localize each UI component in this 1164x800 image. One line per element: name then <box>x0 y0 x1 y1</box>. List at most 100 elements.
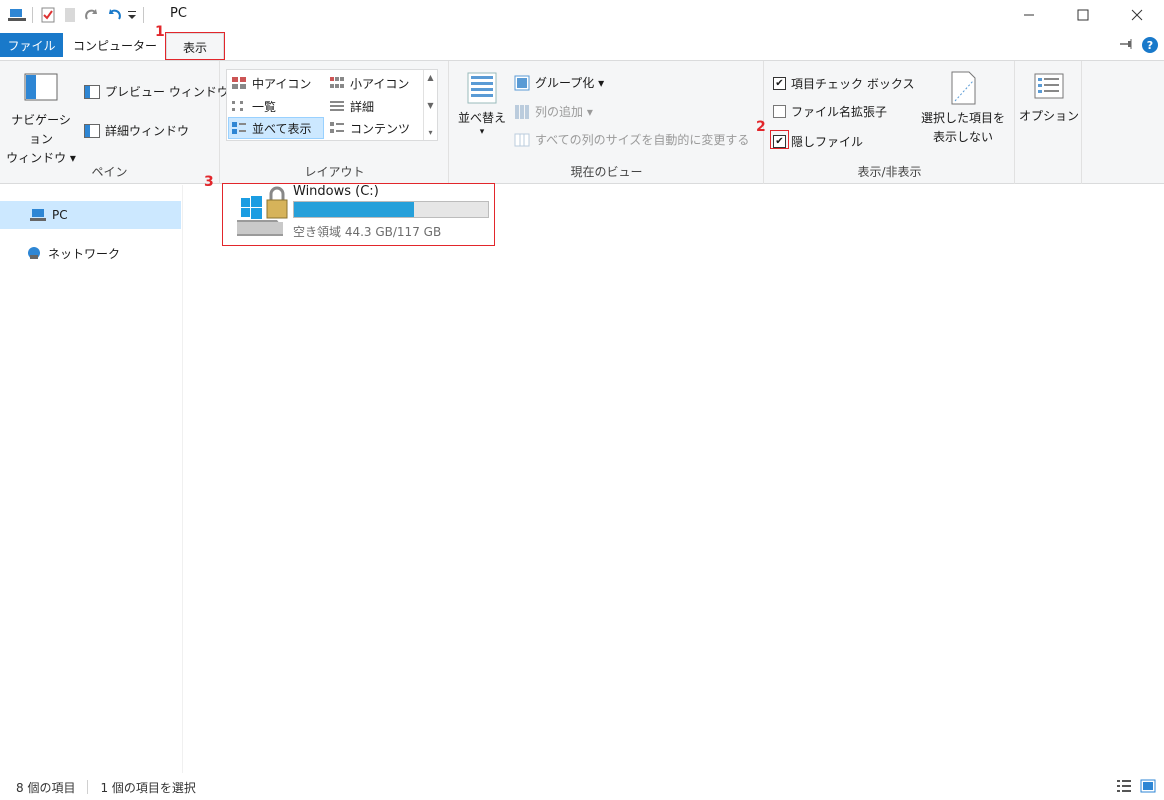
checkmark-icon[interactable]: ✔ <box>773 77 786 90</box>
details-view-icon[interactable] <box>1116 779 1132 796</box>
content-icon <box>330 122 344 133</box>
size-columns-icon <box>514 133 530 146</box>
nav-item-pc[interactable]: PC <box>0 201 181 229</box>
group-label-layout: レイアウト <box>304 165 365 179</box>
tiles-icon <box>232 122 246 134</box>
medium-icons-icon <box>232 77 246 89</box>
group-label-show-hide: 表示/非表示 <box>857 165 922 179</box>
group-by-button[interactable]: グループ化 ▾ <box>514 74 604 91</box>
preview-pane-button[interactable]: プレビュー ウィンドウ <box>84 83 229 100</box>
ribbon-tabs: ファイル コンピューター 表示 ? <box>0 30 1164 60</box>
annotation-number-3: 3 <box>204 174 214 190</box>
title-bar: PC <box>0 0 1164 30</box>
group-layout: 中アイコン 小アイコン 一覧 詳細 並べて表示 コンテンツ ▲ ▼ ▾ レイアウ… <box>221 61 449 184</box>
highlight-box-hidden-items <box>770 130 789 149</box>
sort-by-dropdown: ▾ <box>479 127 485 137</box>
options-icon <box>1034 73 1064 99</box>
group-current-view: 並べ替え ▾ グループ化 ▾ 列の追加 ▾ すべての列のサイズを自動的に変更する… <box>450 61 764 184</box>
layout-tiles[interactable]: 並べて表示 <box>228 117 324 139</box>
ribbon-tab-right: ? <box>1120 37 1158 53</box>
divider <box>32 7 33 23</box>
status-bar: 8 個の項目 1 個の項目を選択 <box>0 774 1164 800</box>
details-pane-label: 詳細ウィンドウ <box>105 124 190 138</box>
preview-pane-label: プレビュー ウィンドウ <box>105 85 229 99</box>
view-switcher <box>1116 779 1156 796</box>
nav-item-label: ネットワーク <box>48 246 121 261</box>
item-checkboxes-label: 項目チェック ボックス <box>791 77 915 91</box>
quick-access-toolbar <box>6 4 148 26</box>
options-label: オプション <box>1019 109 1080 123</box>
properties-icon[interactable] <box>37 4 59 26</box>
add-columns-button[interactable]: 列の追加 ▾ <box>514 103 593 120</box>
layout-label: コンテンツ <box>350 121 411 136</box>
close-button[interactable] <box>1110 0 1164 30</box>
minimize-button[interactable] <box>1002 0 1056 30</box>
details-pane-button[interactable]: 詳細ウィンドウ <box>84 122 189 139</box>
small-icons-icon <box>330 77 344 88</box>
options-button[interactable]: オプション <box>1019 73 1079 126</box>
maximize-button[interactable] <box>1056 0 1110 30</box>
navigation-pane-label-1: ナビゲーション <box>11 113 71 146</box>
unchecked-box-icon[interactable] <box>773 105 786 118</box>
hide-selected-icon <box>951 71 976 105</box>
pin-ribbon-icon[interactable] <box>1120 38 1134 52</box>
drive-name: Windows (C:) <box>293 184 379 199</box>
annotation-number-1: 1 <box>155 24 165 40</box>
nav-item-network[interactable]: ネットワーク <box>0 239 181 267</box>
layout-label: 中アイコン <box>252 76 312 91</box>
nav-item-label: PC <box>52 208 68 222</box>
group-by-label: グループ化 ▾ <box>535 76 605 90</box>
group-label-current-view: 現在のビュー <box>570 165 643 179</box>
layout-label: 小アイコン <box>350 76 410 91</box>
group-pane: ナビゲーション ウィンドウ ▾ プレビュー ウィンドウ 詳細ウィンドウ ペイン <box>0 61 229 184</box>
large-icons-view-icon[interactable] <box>1140 779 1156 796</box>
navigation-pane: PC ネットワーク <box>0 185 183 773</box>
tab-file[interactable]: ファイル <box>0 33 63 57</box>
sort-by-icon <box>467 72 497 104</box>
divider <box>87 780 89 794</box>
hide-selected-label-1: 選択した項目を <box>920 111 1005 125</box>
drive-free-space: 空き領域 44.3 GB/117 GB <box>293 225 442 239</box>
list-icon <box>232 101 243 111</box>
customize-toolbar-icon[interactable] <box>125 4 139 26</box>
gallery-expand-icon[interactable]: ▾ <box>428 128 432 137</box>
scroll-down-icon[interactable]: ▼ <box>427 101 433 110</box>
sort-by-button[interactable]: 並べ替え ▾ <box>456 71 508 137</box>
size-all-columns-label: すべての列のサイズを自動的に変更する <box>535 133 750 147</box>
layout-details[interactable]: 詳細 <box>327 95 374 117</box>
layout-list[interactable]: 一覧 <box>229 95 276 117</box>
status-item-count: 8 個の項目 <box>16 780 76 795</box>
file-extensions-toggle[interactable]: ファイル名拡張子 <box>773 103 887 120</box>
details-pane-icon <box>84 123 100 138</box>
group-label-pane: ペイン <box>91 165 128 179</box>
drive-tile-c[interactable]: Windows (C:) 空き領域 44.3 GB/117 GB <box>222 183 495 246</box>
group-show-hide: ✔ 項目チェック ボックス ファイル名拡張子 ✔ 隠しファイル 選択した項目を … <box>765 61 1015 184</box>
layout-content[interactable]: コンテンツ <box>327 117 410 139</box>
explorer-app-icon[interactable] <box>6 4 28 26</box>
preview-pane-icon <box>84 84 100 99</box>
drive-usage-bar <box>293 201 489 218</box>
hide-selected-items-button[interactable]: 選択した項目を 表示しない <box>913 71 1013 147</box>
details-icon <box>330 101 344 111</box>
layout-gallery-scroll[interactable]: ▲ ▼ ▾ <box>423 70 437 140</box>
size-all-columns-button[interactable]: すべての列のサイズを自動的に変更する <box>514 131 749 148</box>
layout-small-icons[interactable]: 小アイコン <box>327 72 409 94</box>
redo-icon[interactable] <box>81 4 103 26</box>
item-checkboxes-toggle[interactable]: ✔ 項目チェック ボックス <box>773 75 914 92</box>
group-options: オプション <box>1016 61 1082 184</box>
network-icon <box>28 247 40 259</box>
hidden-items-label: 隠しファイル <box>791 135 864 149</box>
window-title: PC <box>170 6 187 21</box>
add-columns-label: 列の追加 ▾ <box>535 105 593 119</box>
new-folder-icon[interactable] <box>59 4 81 26</box>
tab-computer[interactable]: コンピューター <box>70 33 160 57</box>
layout-medium-icons[interactable]: 中アイコン <box>229 72 311 94</box>
window-controls <box>1002 0 1164 30</box>
hide-selected-label-2: 表示しない <box>932 130 993 144</box>
navigation-pane-icon <box>24 73 58 101</box>
help-icon[interactable]: ? <box>1142 37 1158 53</box>
navigation-pane-button[interactable]: ナビゲーション ウィンドウ ▾ <box>6 73 76 168</box>
scroll-up-icon[interactable]: ▲ <box>427 73 433 82</box>
highlight-box-view-tab <box>165 32 225 60</box>
undo-icon[interactable] <box>103 4 125 26</box>
